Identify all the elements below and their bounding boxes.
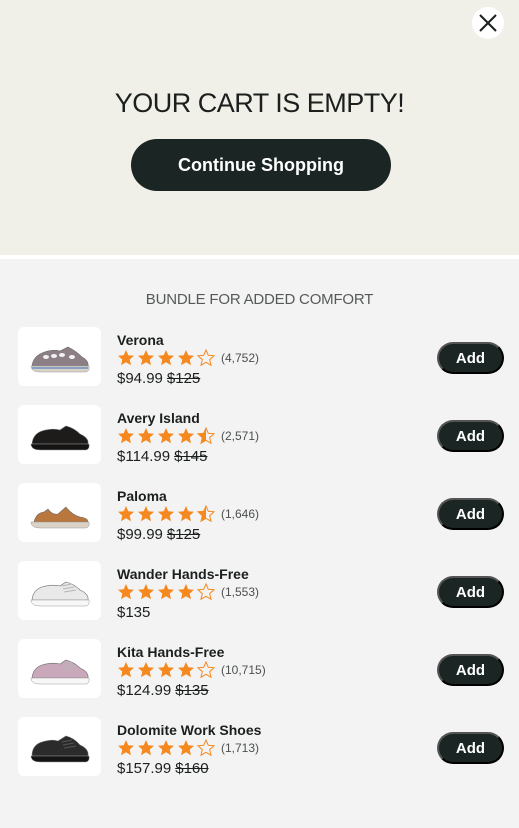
star-rating: (10,715) [117,661,266,679]
price-row: $157.99 $160 [117,760,209,777]
product-name[interactable]: Avery Island [117,410,200,426]
bundle-item: Wander Hands-Free (1,553) $135 Add [18,561,504,621]
star-filled-icon [138,740,154,756]
star-rating: (2,571) [117,427,259,445]
sale-price: $135 [117,604,151,621]
star-rating: (1,713) [117,739,259,757]
star-filled-icon [138,350,154,366]
star-filled-icon [178,428,194,444]
product-thumbnail[interactable] [18,405,101,464]
bundle-item: Kita Hands-Free (10,715) $124.99 $135 Add [18,639,504,699]
star-empty-icon [197,583,215,601]
star-rating: (4,752) [117,349,259,367]
star-filled-icon [178,662,194,678]
price-row: $99.99 $125 [117,526,200,543]
shoe-image [30,735,89,762]
original-price: $145 [174,448,208,465]
star-rating: (1,553) [117,583,259,601]
star-filled-icon [118,428,134,444]
star-filled-icon [118,740,134,756]
original-price: $125 [166,526,201,543]
sale-price: $94.99 [117,370,163,387]
star-filled-icon [118,350,134,366]
add-button[interactable]: Add [437,342,504,374]
star-filled-icon [138,584,154,600]
star-filled-icon [178,506,194,522]
continue-shopping-button[interactable]: Continue Shopping [131,139,391,191]
add-button[interactable]: Add [437,654,504,686]
star-filled-icon [158,506,174,522]
star-empty-icon [197,349,215,367]
price-row: $94.99 $125 [117,370,200,387]
star-filled-icon [158,662,174,678]
add-button[interactable]: Add [437,498,504,530]
star-empty-icon [197,739,215,757]
star-filled-icon [158,740,174,756]
product-name[interactable]: Paloma [117,488,167,504]
shoe-image [30,659,89,684]
bundle-item: Paloma (1,646) $99.99 $125 Add [18,483,504,543]
star-filled-icon [158,350,174,366]
star-filled-icon [138,662,154,678]
sale-price: $114.99 [117,448,171,465]
sale-price: $124.99 [117,682,172,699]
original-price: $160 [175,760,209,777]
review-count: (4,752) [221,351,260,365]
star-empty-icon [197,661,215,679]
star-filled-icon [118,584,134,600]
add-button[interactable]: Add [437,732,504,764]
star-filled-icon [138,428,154,444]
product-name[interactable]: Verona [117,332,164,348]
product-name[interactable]: Dolomite Work Shoes [117,722,261,738]
add-button[interactable]: Add [437,420,504,452]
empty-cart-title: YOUR CART IS EMPTY! [114,88,405,118]
price-row: $135 [117,604,150,621]
review-count: (1,553) [221,585,260,599]
star-filled-icon [178,740,194,756]
bundle-heading: BUNDLE FOR ADDED COMFORT [145,291,374,308]
shoe-image [30,506,89,528]
product-thumbnail[interactable] [18,561,101,620]
shoe-image [30,425,89,450]
star-rating: (1,646) [117,505,259,523]
close-icon [479,14,497,32]
close-button[interactable] [472,7,504,39]
product-thumbnail[interactable] [18,483,101,542]
review-count: (1,646) [221,507,260,521]
bundle-item: Dolomite Work Shoes (1,713) $157.99 $160 Add [18,717,504,777]
star-half-icon [197,427,215,445]
star-half-icon [197,505,215,523]
star-filled-icon [118,662,134,678]
original-price: $135 [175,682,209,699]
star-filled-icon [138,506,154,522]
product-name[interactable]: Kita Hands-Free [117,644,224,660]
sale-price: $99.99 [117,526,163,543]
review-count: (2,571) [221,429,260,443]
bundle-item: Avery Island (2,571) $114.99 $145 Add [18,405,504,465]
product-name[interactable]: Wander Hands-Free [117,566,249,582]
star-filled-icon [158,584,174,600]
bundle-item: Verona (4,752) $94.99 $125 Add [18,327,504,387]
empty-cart-panel [0,0,519,255]
shoe-image [30,581,89,606]
sale-price: $157.99 [117,760,172,777]
star-filled-icon [158,428,174,444]
review-count: (10,715) [221,663,266,677]
add-button[interactable]: Add [437,576,504,608]
review-count: (1,713) [221,741,260,755]
original-price: $125 [166,370,201,387]
star-filled-icon [118,506,134,522]
product-thumbnail[interactable] [18,639,101,698]
star-filled-icon [178,350,194,366]
product-thumbnail[interactable] [18,717,101,776]
shoe-image [30,346,89,372]
price-row: $114.99 $145 [117,448,207,465]
star-filled-icon [178,584,194,600]
product-thumbnail[interactable] [18,327,101,386]
price-row: $124.99 $135 [117,682,209,699]
